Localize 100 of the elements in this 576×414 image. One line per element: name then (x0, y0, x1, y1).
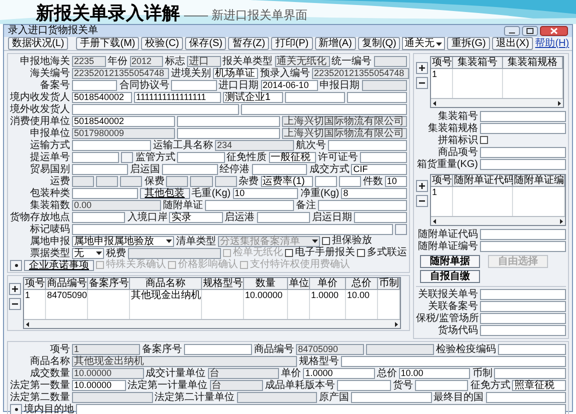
remove-button[interactable] (416, 77, 428, 89)
minimize-icon[interactable] (504, 26, 520, 36)
text-field[interactable] (494, 368, 566, 378)
caret-icon[interactable] (311, 237, 319, 245)
text-field[interactable]: CIF (351, 164, 407, 174)
text-field[interactable] (314, 176, 337, 186)
text-field[interactable] (338, 176, 361, 186)
right-arrow-icon[interactable] (393, 320, 400, 328)
text-field[interactable]: 8 (341, 188, 408, 198)
text-field[interactable] (72, 152, 120, 162)
text-field[interactable]: 84705090 (296, 344, 364, 354)
text-field[interactable] (256, 212, 310, 222)
text-field[interactable] (177, 116, 280, 126)
text-field[interactable] (72, 224, 393, 234)
column-header[interactable]: 项号 (431, 57, 453, 69)
text-field[interactable]: 上海兴切国际物流有限公司 (282, 128, 407, 138)
toolbar-button[interactable]: 保存(S) (185, 37, 226, 50)
form-button[interactable]: 其他包装 (140, 188, 190, 198)
text-field[interactable] (480, 312, 566, 324)
column-header[interactable]: 单位 (288, 278, 310, 290)
text-field[interactable] (360, 152, 407, 162)
column-header[interactable]: 随附单证编 (513, 175, 565, 187)
text-field[interactable] (96, 176, 118, 186)
text-field[interactable]: 1111111111111111 (134, 92, 221, 102)
text-field[interactable] (120, 176, 142, 186)
column-header[interactable]: 商品名称 (130, 278, 202, 290)
text-field[interactable]: 上海兴切国际物流有限公司 (282, 116, 407, 126)
text-field[interactable]: 1.0000 (303, 368, 375, 378)
column-header[interactable]: 项号 (431, 175, 453, 187)
text-field[interactable]: 223520121355054748 (312, 68, 409, 78)
column-header[interactable]: 项号 (24, 278, 46, 290)
column-header[interactable]: 单价 (310, 278, 346, 290)
text-field[interactable] (480, 158, 566, 170)
text-field[interactable]: 通关无纸化 (274, 56, 330, 66)
text-field[interactable] (351, 392, 432, 402)
form-button[interactable]: 企业承诺事项 (24, 260, 94, 270)
checkbox-label[interactable]: 多式联运 (367, 247, 407, 259)
toolbar-button[interactable]: 退出(X) (492, 37, 534, 50)
text-field[interactable] (498, 344, 566, 354)
text-field[interactable] (72, 104, 238, 114)
text-field[interactable] (72, 164, 128, 174)
right-arrow-icon[interactable] (558, 218, 565, 224)
text-field[interactable] (486, 392, 566, 402)
text-field[interactable] (214, 176, 237, 186)
text-field[interactable]: 2014-06-10 (260, 80, 318, 90)
small-button[interactable] (10, 260, 22, 270)
remove-button[interactable] (416, 195, 428, 207)
text-field[interactable] (337, 380, 391, 390)
text-field[interactable] (177, 128, 280, 138)
caret-icon[interactable] (165, 237, 173, 245)
toolbar-button[interactable]: 暂存(Z) (228, 37, 270, 50)
checkbox-label[interactable]: 担保验放 (332, 235, 372, 247)
toolbar-button[interactable]: 数据状况(L) (8, 37, 68, 50)
text-field[interactable] (252, 164, 308, 174)
side-button[interactable]: 自报自缴 (420, 270, 480, 283)
text-field[interactable]: 10.00 (398, 368, 470, 378)
text-field[interactable] (362, 80, 407, 90)
text-field[interactable]: 运费率(1) (260, 176, 313, 186)
toolbar-button[interactable]: 复制(Q) (358, 37, 400, 50)
text-field[interactable] (480, 300, 566, 312)
text-field[interactable]: 10 (232, 188, 298, 198)
text-field[interactable] (72, 188, 138, 198)
side-button[interactable]: 随附单据 (420, 255, 480, 268)
column-header[interactable]: 规格型号 (202, 278, 244, 290)
text-field[interactable] (72, 212, 126, 222)
toolbar-button[interactable]: 校验(C) (141, 37, 184, 50)
text-field[interactable]: 1 (72, 344, 140, 354)
dropdown[interactable]: 通关无 (402, 37, 446, 50)
text-field[interactable] (480, 122, 566, 134)
text-field[interactable]: 机场单证 (213, 68, 258, 78)
help-link[interactable]: 帮助(H) (535, 38, 570, 49)
text-field[interactable]: 其他现金出纳机 (72, 356, 297, 366)
text-field[interactable]: 0.00 (72, 200, 161, 210)
toolbar-button[interactable]: 新增(A) (314, 37, 356, 50)
text-field[interactable]: 234 (215, 140, 294, 150)
scrollbar[interactable] (431, 98, 563, 107)
text-field[interactable] (72, 392, 152, 402)
text-field[interactable] (480, 110, 566, 122)
text-field[interactable] (480, 228, 566, 240)
maximize-icon[interactable] (522, 26, 538, 36)
text-field[interactable] (414, 380, 468, 390)
text-field[interactable] (72, 176, 94, 186)
text-field[interactable] (236, 392, 317, 402)
text-field[interactable] (128, 248, 221, 258)
small-button[interactable] (10, 404, 22, 414)
toolbar-button[interactable]: 手册下载(M) (76, 37, 140, 50)
text-field[interactable]: 10.00000 (72, 368, 144, 378)
text-field[interactable] (480, 146, 566, 158)
text-field[interactable] (205, 200, 294, 210)
add-button[interactable] (9, 283, 21, 295)
right-arrow-icon[interactable] (556, 100, 563, 106)
text-field[interactable] (374, 56, 407, 66)
text-field[interactable]: 5017980009 (72, 128, 175, 138)
toolbar-button[interactable]: 重拆(G) (447, 37, 490, 50)
column-header[interactable]: 数量 (244, 278, 288, 290)
text-field[interactable] (328, 140, 407, 150)
scrollbar[interactable] (431, 216, 565, 225)
text-field[interactable] (162, 164, 218, 174)
text-field[interactable]: 10 (384, 176, 407, 186)
toolbar-button[interactable]: 打印(P) (271, 37, 313, 50)
